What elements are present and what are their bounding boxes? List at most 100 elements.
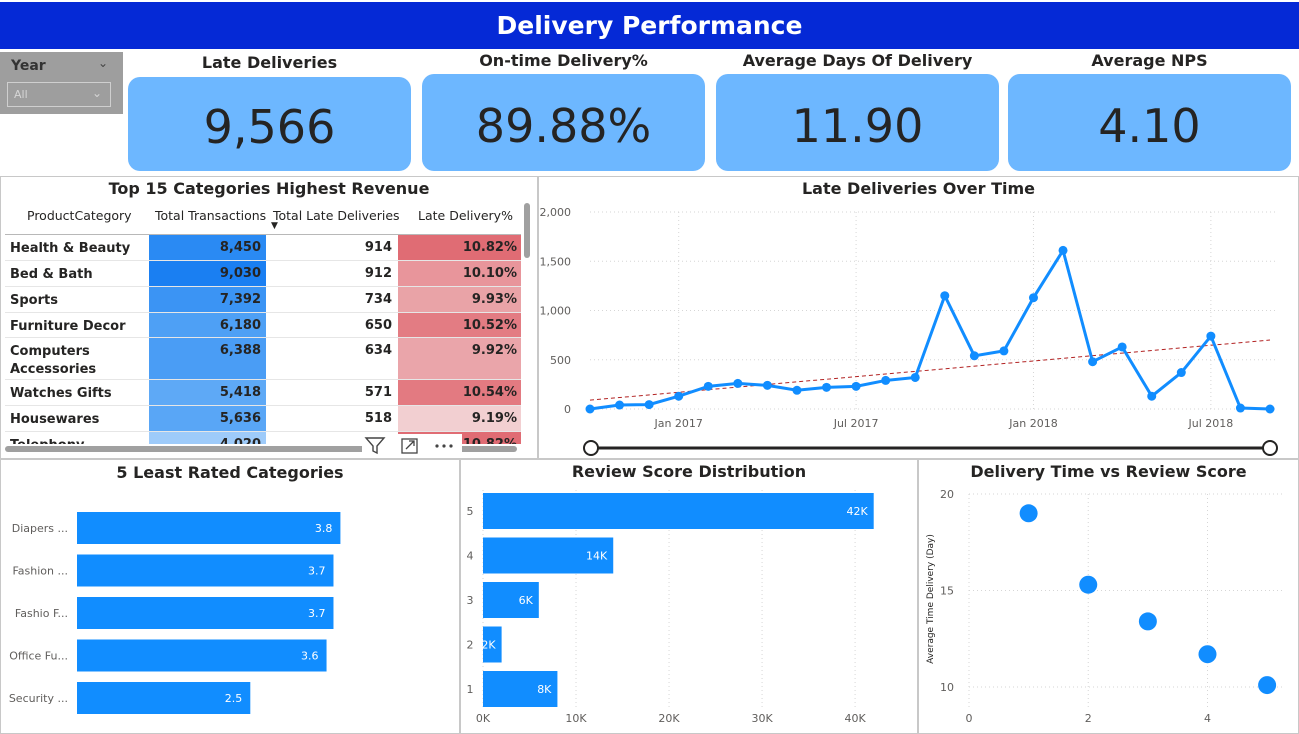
least-rated-title: 5 Least Rated Categories <box>116 463 344 482</box>
kpi-ontime-card: 89.88% <box>422 74 705 171</box>
table-row[interactable]: Health & Beauty 8,450 914 10.82% <box>5 235 521 261</box>
transactions-cell: 8,450 <box>149 235 266 260</box>
kpi-ontime-title: On-time Delivery% <box>479 51 648 70</box>
transactions-cell: 4,020 <box>149 432 266 444</box>
chevron-down-icon[interactable]: ⌄ <box>98 56 108 70</box>
score-label: 1 <box>467 683 474 696</box>
x-tick-label: Jul 2018 <box>1187 417 1233 430</box>
table-title: Top 15 Categories Highest Revenue <box>108 179 430 198</box>
x-tick-label: 4 <box>1204 712 1211 725</box>
category-cell: Sports <box>10 293 58 308</box>
data-point <box>851 381 861 391</box>
category-label: Security ... <box>9 692 68 705</box>
year-dropdown-value: All <box>14 88 28 101</box>
y-tick-label: 20 <box>940 488 954 501</box>
y-tick-label: 10 <box>940 681 954 694</box>
score-label: 4 <box>467 550 474 563</box>
transactions-cell: 5,418 <box>149 380 266 405</box>
kpi-avg-days-card: 11.90 <box>716 74 999 171</box>
kpi-ontime-value: 89.88% <box>475 98 652 153</box>
x-tick-label: 10K <box>565 712 587 725</box>
chevron-down-icon[interactable]: ⌄ <box>92 86 102 100</box>
category-label: Fashion ... <box>12 565 68 578</box>
data-point <box>644 400 654 410</box>
category-label: Diapers ... <box>12 522 68 535</box>
data-point <box>792 385 802 395</box>
bar-value-label: 6K <box>519 594 534 607</box>
late-pct-cell: 9.93% <box>398 287 521 312</box>
late-pct-cell: 9.19% <box>398 406 521 431</box>
scatter-point <box>1138 612 1157 631</box>
table-row[interactable]: Furniture Decor 6,180 650 10.52% <box>5 313 521 338</box>
review-dist-title: Review Score Distribution <box>571 462 807 481</box>
year-slicer[interactable]: Year ⌄ All ⌄ <box>0 52 123 114</box>
y-tick-label: 2,000 <box>540 206 572 219</box>
more-options-icon[interactable] <box>435 444 453 448</box>
data-point <box>822 382 832 392</box>
data-point <box>585 404 595 414</box>
score-label: 5 <box>467 505 474 518</box>
year-dropdown[interactable]: All ⌄ <box>7 82 111 107</box>
delivery-vs-review-scatter: 10 15 20 0 2 4 Average Time Delivery (Day) <box>926 488 1285 725</box>
category-cell: Health & Beauty <box>10 241 131 256</box>
range-slider-start-handle[interactable] <box>583 440 599 456</box>
rating-bar <box>77 597 334 629</box>
kpi-nps-title: Average NPS <box>1091 51 1208 70</box>
y-tick-label: 1,500 <box>540 255 572 268</box>
late-deliveries-cell: 914 <box>364 240 392 255</box>
table-row[interactable]: Bed & Bath 9,030 912 10.10% <box>5 261 521 287</box>
category-table: ProductCategory Total Transactions Total… <box>5 203 521 444</box>
table-row[interactable]: Watches Gifts 5,418 571 10.54% <box>5 380 521 406</box>
late-deliveries-cell: 571 <box>364 385 392 400</box>
filter-icon[interactable] <box>364 437 386 455</box>
transactions-cell: 6,180 <box>149 313 266 337</box>
rating-bar <box>77 639 327 672</box>
late-deliveries-cell: 634 <box>364 343 392 358</box>
data-point <box>999 346 1009 356</box>
category-cell: Housewares <box>10 412 100 427</box>
late-deliveries-line-chart: 0 500 1,000 1,500 2,000 Jan 2017 Jul 2017 Jan 2… <box>540 206 1278 456</box>
kpi-avg-days-value: 11.90 <box>791 98 924 153</box>
kpi-nps-value: 4.10 <box>1098 98 1201 153</box>
bar-value-label: 3.7 <box>308 565 326 578</box>
transactions-cell: 9,030 <box>149 261 266 286</box>
bar-value-label: 8K <box>537 683 552 696</box>
x-tick-label: 2 <box>1085 712 1092 725</box>
x-tick-label: 0 <box>966 712 973 725</box>
focus-mode-icon[interactable] <box>401 438 418 454</box>
bar-value-label: 3.8 <box>315 522 333 535</box>
kpi-avg-days-title: Average Days Of Delivery <box>742 51 973 70</box>
rating-bar <box>77 554 334 587</box>
late-pct-cell: 10.54% <box>398 380 521 405</box>
data-point <box>1265 404 1275 414</box>
category-label: Fashio F... <box>15 607 68 620</box>
bar-value-label: 3.7 <box>308 607 326 620</box>
range-slider-end-handle[interactable] <box>1262 440 1278 456</box>
x-tick-label: 30K <box>751 712 773 725</box>
table-row[interactable]: Housewares 5,636 518 9.19% <box>5 406 521 432</box>
vertical-scrollbar[interactable] <box>524 203 530 258</box>
data-point <box>615 400 625 410</box>
y-tick-label: 0 <box>564 403 571 416</box>
late-deliveries-cell: 518 <box>364 411 392 426</box>
bar-value-label: 14K <box>586 550 608 563</box>
scatter-point <box>1198 645 1217 664</box>
category-cell: Telephony <box>5 432 149 444</box>
late-deliveries-line <box>589 246 1271 411</box>
score-bar <box>483 493 874 529</box>
data-point <box>674 391 684 401</box>
data-point <box>703 381 713 391</box>
rating-bar <box>77 512 341 544</box>
slicer-title: Year <box>11 58 46 74</box>
late-pct-cell: 10.82% <box>398 235 521 260</box>
table-row[interactable]: Computers Accessories 6,388 634 9.92% <box>5 338 521 380</box>
table-row[interactable]: Sports 7,392 734 9.93% <box>5 287 521 313</box>
data-point <box>1147 391 1157 401</box>
late-deliveries-cell: 650 <box>364 318 392 333</box>
score-label: 3 <box>467 594 474 607</box>
visual-header-icons <box>362 434 462 456</box>
data-point <box>1176 368 1186 378</box>
y-axis-title: Average Time Delivery (Day) <box>926 534 936 664</box>
scatter-point <box>1079 575 1098 594</box>
x-tick-label: 40K <box>844 712 866 725</box>
